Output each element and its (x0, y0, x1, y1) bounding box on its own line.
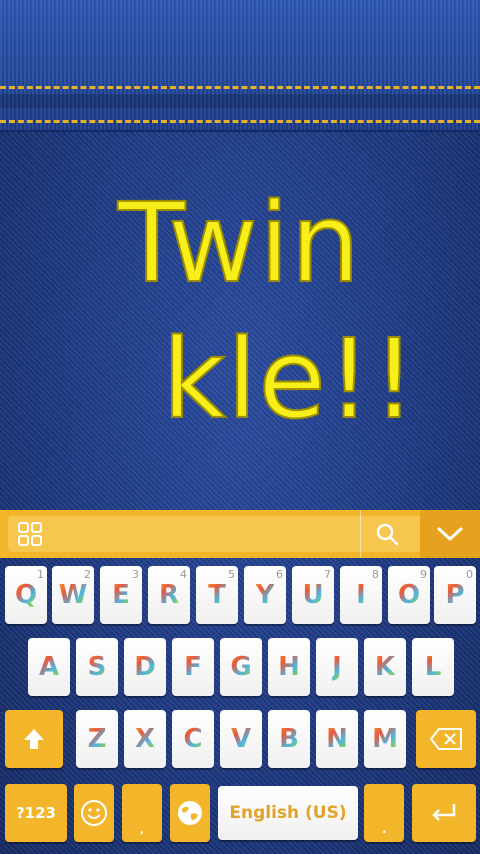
key-t[interactable]: T5 (196, 566, 238, 624)
key-q[interactable]: Q1 (5, 566, 47, 624)
search-button[interactable] (360, 510, 413, 558)
search-icon (376, 523, 399, 546)
key-d[interactable]: D (124, 638, 166, 696)
key-z[interactable]: Z (76, 710, 118, 768)
key-s[interactable]: S (76, 638, 118, 696)
key-l[interactable]: L (412, 638, 454, 696)
key-b[interactable]: B (268, 710, 310, 768)
emoji-key[interactable] (74, 784, 114, 842)
key-a[interactable]: A (28, 638, 70, 696)
key-g[interactable]: G (220, 638, 262, 696)
denim-stitch-band (0, 0, 480, 132)
emoji-icon (81, 800, 107, 826)
keyboard: Q1 W2 E3 R4 T5 Y6 U7 I8 O9 P0 A S D F G … (0, 558, 480, 854)
theme-title-line1: Twin (117, 179, 362, 307)
key-w[interactable]: W2 (52, 566, 94, 624)
key-x[interactable]: X (124, 710, 166, 768)
symbols-label: ?123 (15, 804, 56, 822)
key-j[interactable]: J (316, 638, 358, 696)
shift-arrow-icon (24, 729, 44, 749)
key-y[interactable]: Y6 (244, 566, 286, 624)
backspace-key[interactable] (416, 710, 476, 768)
band-fold-shadow (0, 94, 480, 108)
key-p[interactable]: P0 (434, 566, 476, 624)
stitch-line-top (0, 86, 480, 89)
key-m[interactable]: M (364, 710, 406, 768)
globe-icon (178, 801, 202, 825)
keyboard-toolbar (0, 510, 480, 558)
menu-grid-button[interactable] (6, 510, 54, 558)
stitch-line-bottom (0, 120, 480, 123)
chevron-down-icon (437, 527, 463, 541)
key-k[interactable]: K (364, 638, 406, 696)
key-u[interactable]: U7 (292, 566, 334, 624)
key-c[interactable]: C (172, 710, 214, 768)
enter-icon (432, 804, 456, 821)
space-bar[interactable]: English (US) (218, 786, 358, 840)
theme-title-line2: kle!! (161, 315, 418, 443)
symbols-key[interactable]: ?123 (5, 784, 67, 842)
language-key[interactable] (170, 784, 210, 842)
key-h[interactable]: H (268, 638, 310, 696)
key-e[interactable]: E3 (100, 566, 142, 624)
key-v[interactable]: V (220, 710, 262, 768)
key-i[interactable]: I8 (340, 566, 382, 624)
period-key[interactable]: . (364, 784, 404, 842)
shift-key[interactable] (5, 710, 63, 768)
key-f[interactable]: F (172, 638, 214, 696)
enter-key[interactable] (412, 784, 476, 842)
backspace-icon (430, 728, 462, 750)
key-r[interactable]: R4 (148, 566, 190, 624)
comma-key[interactable]: , (122, 784, 162, 842)
grid-icon (18, 522, 42, 546)
collapse-keyboard-button[interactable] (420, 510, 480, 558)
key-n[interactable]: N (316, 710, 358, 768)
key-o[interactable]: O9 (388, 566, 430, 624)
